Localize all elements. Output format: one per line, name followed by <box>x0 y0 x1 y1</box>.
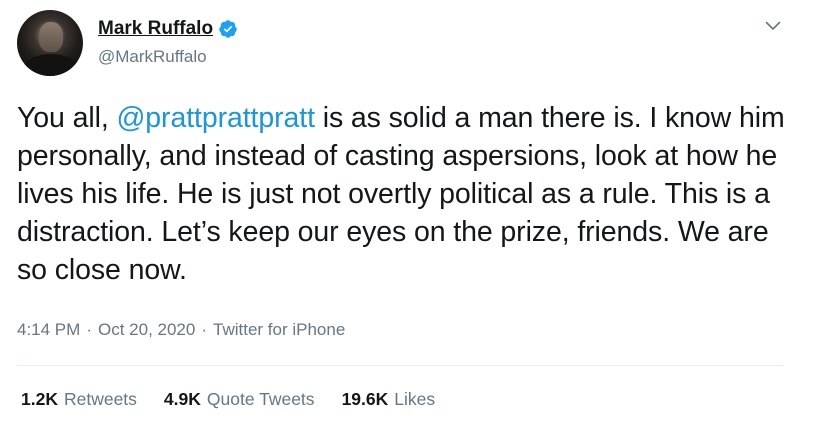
retweets-count: 1.2K <box>21 389 58 409</box>
tweet-source[interactable]: Twitter for iPhone <box>213 320 345 340</box>
tweet-metadata: 4:14 PM · Oct 20, 2020 · Twitter for iPh… <box>17 320 345 340</box>
tweet-text: You all, @prattprattpratt is as solid a … <box>17 99 797 289</box>
tweet-text-intro: You all, <box>17 102 117 134</box>
quote-tweets-count: 4.9K <box>163 389 201 409</box>
author-display-name[interactable]: Mark Ruffalo <box>98 18 213 40</box>
avatar-shoulders <box>23 54 79 76</box>
tweet-card: Mark Ruffalo @MarkRuffalo You all, @prat… <box>0 0 814 432</box>
likes-label: Likes <box>394 389 436 409</box>
author-handle[interactable]: @MarkRuffalo <box>98 47 207 67</box>
mention-link[interactable]: @prattprattpratt <box>116 102 315 134</box>
tweet-date[interactable]: Oct 20, 2020 <box>98 320 195 340</box>
likes-count: 19.6K <box>341 389 389 409</box>
chevron-down-icon <box>765 18 781 36</box>
quote-tweets-stat[interactable]: 4.9K Quote Tweets <box>164 389 315 410</box>
likes-stat[interactable]: 19.6K Likes <box>342 389 436 410</box>
tweet-time[interactable]: 4:14 PM <box>17 320 80 340</box>
engagement-stats: 1.2K Retweets 4.9K Quote Tweets 19.6K Li… <box>21 389 435 410</box>
verified-badge-icon <box>218 19 238 39</box>
meta-separator: · <box>201 320 207 339</box>
more-options-button[interactable] <box>762 16 784 38</box>
avatar[interactable] <box>17 10 83 76</box>
avatar-face <box>39 22 63 52</box>
retweets-label: Retweets <box>63 389 137 409</box>
author-name-row: Mark Ruffalo <box>98 18 238 40</box>
quote-tweets-label: Quote Tweets <box>206 389 315 409</box>
divider <box>17 365 783 366</box>
retweets-stat[interactable]: 1.2K Retweets <box>21 389 137 410</box>
meta-separator: · <box>86 320 92 339</box>
